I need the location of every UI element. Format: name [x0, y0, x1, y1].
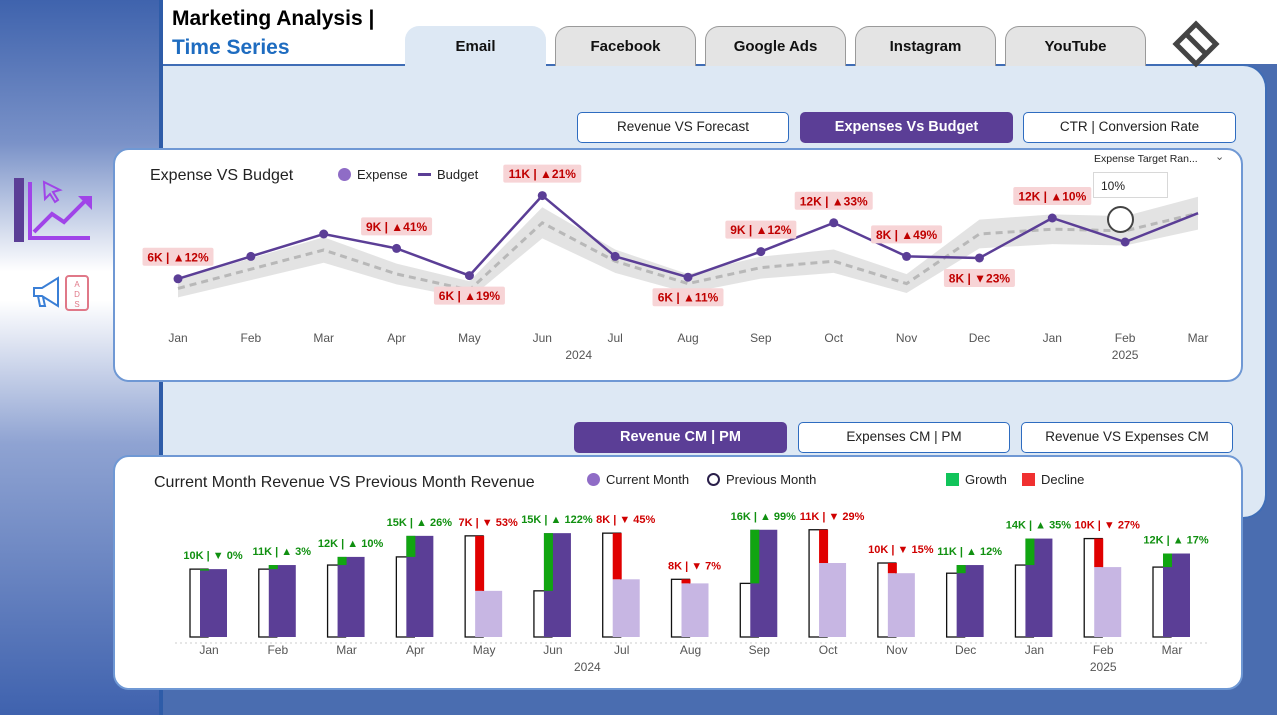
x-tick-label: Mar [336, 643, 357, 657]
current-month-bar [956, 565, 984, 637]
revenue-data-label: 7K | ▼ 53% [459, 517, 518, 529]
x-year-label: 2025 [1090, 660, 1117, 674]
current-month-bar [268, 565, 296, 637]
x-tick-label: Aug [680, 643, 701, 657]
x-tick-label: Jan [199, 643, 218, 657]
x-tick-label: Feb [267, 643, 288, 657]
revenue-data-label: 10K | ▼ 15% [868, 544, 934, 556]
decline-bar [1094, 538, 1104, 568]
revenue-data-label: 12K | ▲ 10% [318, 538, 384, 550]
x-year-label: 2024 [574, 660, 601, 674]
x-tick-label: Oct [819, 643, 838, 657]
current-month-bar [475, 590, 503, 637]
growth-bar [337, 556, 347, 566]
revenue-data-label: 15K | ▲ 122% [521, 514, 593, 526]
growth-bar [1163, 553, 1172, 568]
x-tick-label: Mar [1162, 643, 1183, 657]
growth-bar [268, 565, 278, 570]
revenue-data-label: 10K | ▼ 0% [183, 550, 242, 562]
revenue-data-label: 11K | ▼ 29% [800, 511, 865, 523]
current-month-bar [819, 563, 847, 637]
revenue-data-label: 15K | ▲ 26% [387, 517, 453, 529]
revenue-data-label: 8K | ▼ 45% [596, 514, 655, 526]
decline-bar [612, 533, 622, 580]
decline-bar [887, 563, 897, 574]
growth-bar [956, 565, 966, 574]
current-month-bar [612, 579, 640, 637]
revenue-data-label: 11K | ▲ 12% [937, 546, 1002, 558]
growth-bar [750, 529, 760, 584]
current-month-bar [200, 569, 227, 637]
growth-bar [1025, 538, 1035, 566]
decline-bar [819, 529, 829, 564]
revenue-data-label: 10K | ▼ 27% [1075, 520, 1141, 532]
x-tick-label: Jul [614, 643, 629, 657]
x-tick-label: Nov [886, 643, 907, 657]
revenue-data-label: 8K | ▼ 7% [668, 560, 721, 572]
revenue-cm-pm-chart: 10K | ▼ 0% 11K | ▲ 3% 12K | ▲ 10%15K | ▲ 2… [175, 511, 1209, 674]
decline-bar [681, 579, 691, 584]
revenue-data-label: 14K | ▲ 35% [1006, 520, 1072, 532]
current-month-bar [681, 583, 709, 637]
revenue-data-label: 12K | ▲ 17% [1143, 535, 1209, 547]
x-tick-label: Jan [1025, 643, 1044, 657]
x-tick-label: Apr [406, 643, 425, 657]
growth-bar [406, 535, 416, 557]
revenue-data-label: 16K | ▲ 99% [731, 511, 797, 523]
x-tick-label: Dec [955, 643, 976, 657]
x-tick-label: May [473, 643, 496, 657]
growth-bar [200, 569, 209, 571]
revenue-data-label: 11K | ▲ 3% [252, 546, 311, 558]
x-tick-label: Jun [543, 643, 562, 657]
current-month-bar [887, 573, 915, 637]
decline-bar [475, 535, 485, 591]
growth-bar [543, 533, 553, 591]
x-tick-label: Sep [749, 643, 771, 657]
current-month-bar [337, 556, 365, 637]
x-tick-label: Feb [1093, 643, 1114, 657]
current-month-bar [1094, 567, 1122, 637]
